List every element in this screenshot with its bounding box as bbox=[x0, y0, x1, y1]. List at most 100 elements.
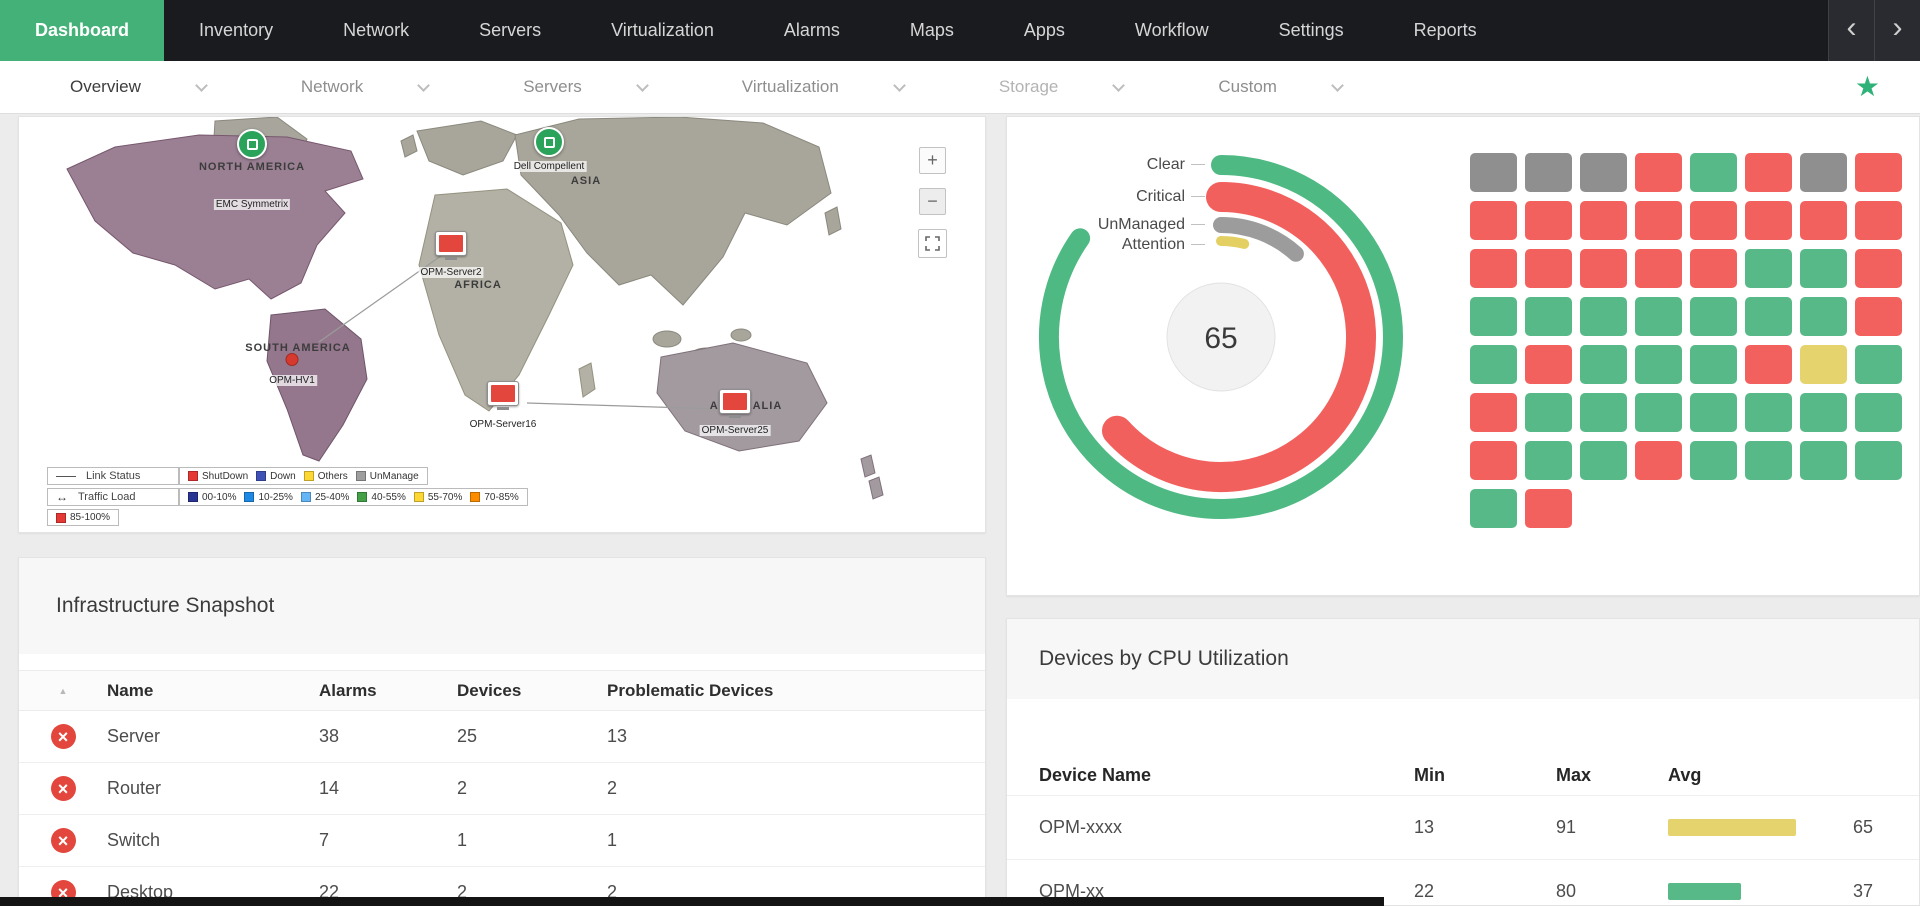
nav-item-dashboard[interactable]: Dashboard bbox=[0, 0, 164, 61]
heatmap-cell-red[interactable] bbox=[1580, 249, 1627, 288]
heatmap-cell-red[interactable] bbox=[1635, 441, 1682, 480]
heatmap-cell-green[interactable] bbox=[1800, 249, 1847, 288]
heatmap-cell-red[interactable] bbox=[1690, 201, 1737, 240]
device-marker[interactable] bbox=[286, 353, 299, 366]
heatmap-cell-red[interactable] bbox=[1470, 249, 1517, 288]
heatmap-cell-red[interactable] bbox=[1580, 201, 1627, 240]
heatmap-cell-red[interactable] bbox=[1635, 153, 1682, 192]
heatmap-cell-red[interactable] bbox=[1690, 249, 1737, 288]
heatmap-cell-green[interactable] bbox=[1690, 297, 1737, 336]
heatmap-cell-green[interactable] bbox=[1690, 153, 1737, 192]
heatmap-cell-red[interactable] bbox=[1855, 201, 1902, 240]
nav-scroll-right-icon[interactable]: › bbox=[1874, 0, 1920, 61]
device-marker[interactable] bbox=[719, 389, 751, 418]
nav-item-servers[interactable]: Servers bbox=[444, 0, 576, 61]
heatmap-cell-red[interactable] bbox=[1745, 153, 1792, 192]
heatmap-cell-red[interactable] bbox=[1525, 489, 1572, 528]
table-row[interactable]: ×Router1422 bbox=[19, 763, 985, 815]
heatmap-cell-green[interactable] bbox=[1800, 297, 1847, 336]
cpu-column-header-device-name[interactable]: Device Name bbox=[1039, 765, 1414, 786]
cpu-column-header-min[interactable]: Min bbox=[1414, 765, 1556, 786]
heatmap-cell-green[interactable] bbox=[1690, 345, 1737, 384]
heatmap-cell-red[interactable] bbox=[1470, 393, 1517, 432]
table-row[interactable]: ×Server382513 bbox=[19, 711, 985, 763]
nav-item-virtualization[interactable]: Virtualization bbox=[576, 0, 749, 61]
heatmap-cell-green[interactable] bbox=[1800, 393, 1847, 432]
sub-nav-item-custom[interactable]: Custom bbox=[1218, 77, 1342, 97]
heatmap-cell-red[interactable] bbox=[1855, 249, 1902, 288]
heatmap-cell-green[interactable] bbox=[1690, 393, 1737, 432]
heatmap-cell-green[interactable] bbox=[1525, 297, 1572, 336]
sub-nav-item-storage[interactable]: Storage bbox=[999, 77, 1124, 97]
heatmap-cell-green[interactable] bbox=[1635, 297, 1682, 336]
nav-item-alarms[interactable]: Alarms bbox=[749, 0, 875, 61]
heatmap-cell-red[interactable] bbox=[1525, 249, 1572, 288]
heatmap-cell-green[interactable] bbox=[1855, 441, 1902, 480]
column-header-alarms[interactable]: Alarms bbox=[319, 681, 457, 701]
heatmap-cell-gray[interactable] bbox=[1470, 153, 1517, 192]
favorite-star-icon[interactable]: ★ bbox=[1855, 73, 1880, 101]
heatmap-cell-green[interactable] bbox=[1745, 393, 1792, 432]
heatmap-cell-red[interactable] bbox=[1470, 441, 1517, 480]
heatmap-cell-green[interactable] bbox=[1470, 489, 1517, 528]
heatmap-cell-gray[interactable] bbox=[1580, 153, 1627, 192]
heatmap-cell-red[interactable] bbox=[1470, 201, 1517, 240]
device-marker[interactable] bbox=[487, 381, 519, 410]
nav-item-reports[interactable]: Reports bbox=[1379, 0, 1512, 61]
heatmap-cell-green[interactable] bbox=[1580, 393, 1627, 432]
heatmap-cell-green[interactable] bbox=[1525, 393, 1572, 432]
heatmap-cell-red[interactable] bbox=[1525, 201, 1572, 240]
heatmap-cell-green[interactable] bbox=[1580, 441, 1627, 480]
nav-item-settings[interactable]: Settings bbox=[1244, 0, 1379, 61]
heatmap-cell-green[interactable] bbox=[1855, 393, 1902, 432]
heatmap-cell-red[interactable] bbox=[1525, 345, 1572, 384]
heatmap-cell-green[interactable] bbox=[1470, 345, 1517, 384]
nav-item-inventory[interactable]: Inventory bbox=[164, 0, 308, 61]
zoom-in-button[interactable]: + bbox=[919, 147, 946, 174]
table-row[interactable]: ×Switch711 bbox=[19, 815, 985, 867]
heatmap-cell-red[interactable] bbox=[1745, 201, 1792, 240]
sub-nav-item-servers[interactable]: Servers bbox=[523, 77, 647, 97]
heatmap-cell-green[interactable] bbox=[1745, 441, 1792, 480]
heatmap-cell-green[interactable] bbox=[1690, 441, 1737, 480]
column-header-problematic-devices[interactable]: Problematic Devices bbox=[607, 681, 985, 701]
heatmap-cell-green[interactable] bbox=[1580, 345, 1627, 384]
heatmap-cell-green[interactable] bbox=[1635, 345, 1682, 384]
heatmap-cell-red[interactable] bbox=[1855, 153, 1902, 192]
sub-nav-item-virtualization[interactable]: Virtualization bbox=[742, 77, 904, 97]
sub-nav-item-overview[interactable]: Overview bbox=[70, 77, 206, 97]
heatmap-cell-green[interactable] bbox=[1470, 297, 1517, 336]
device-marker[interactable] bbox=[237, 129, 267, 159]
column-header-devices[interactable]: Devices bbox=[457, 681, 607, 701]
heatmap-cell-green[interactable] bbox=[1635, 393, 1682, 432]
heatmap-cell-gray[interactable] bbox=[1525, 153, 1572, 192]
nav-item-workflow[interactable]: Workflow bbox=[1100, 0, 1244, 61]
column-header-name[interactable]: Name bbox=[107, 681, 319, 701]
heatmap-cell-red[interactable] bbox=[1635, 201, 1682, 240]
heatmap-cell-red[interactable] bbox=[1745, 345, 1792, 384]
heatmap-cell-green[interactable] bbox=[1525, 441, 1572, 480]
fullscreen-button[interactable] bbox=[918, 229, 947, 258]
cpu-column-header-max[interactable]: Max bbox=[1556, 765, 1668, 786]
nav-item-maps[interactable]: Maps bbox=[875, 0, 989, 61]
heatmap-cell-red[interactable] bbox=[1800, 201, 1847, 240]
heatmap-cell-green[interactable] bbox=[1855, 345, 1902, 384]
zoom-out-button[interactable]: − bbox=[919, 188, 946, 215]
sort-column-header[interactable]: ▲ bbox=[19, 686, 107, 696]
nav-item-apps[interactable]: Apps bbox=[989, 0, 1100, 61]
heatmap-cell-red[interactable] bbox=[1855, 297, 1902, 336]
heatmap-cell-gray[interactable] bbox=[1800, 153, 1847, 192]
heatmap-cell-red[interactable] bbox=[1635, 249, 1682, 288]
device-marker[interactable] bbox=[534, 127, 564, 157]
cpu-column-header-avg[interactable]: Avg bbox=[1668, 765, 1919, 786]
heatmap-cell-green[interactable] bbox=[1745, 297, 1792, 336]
heatmap-cell-green[interactable] bbox=[1580, 297, 1627, 336]
nav-scroll-left-icon[interactable]: ‹ bbox=[1828, 0, 1874, 61]
heatmap-cell-yellow[interactable] bbox=[1800, 345, 1847, 384]
table-row[interactable]: OPM-xxxx139165 bbox=[1007, 795, 1919, 859]
heatmap-cell-green[interactable] bbox=[1800, 441, 1847, 480]
device-marker[interactable] bbox=[435, 231, 467, 260]
heatmap-cell-green[interactable] bbox=[1745, 249, 1792, 288]
nav-item-network[interactable]: Network bbox=[308, 0, 444, 61]
sub-nav-item-network[interactable]: Network bbox=[301, 77, 428, 97]
